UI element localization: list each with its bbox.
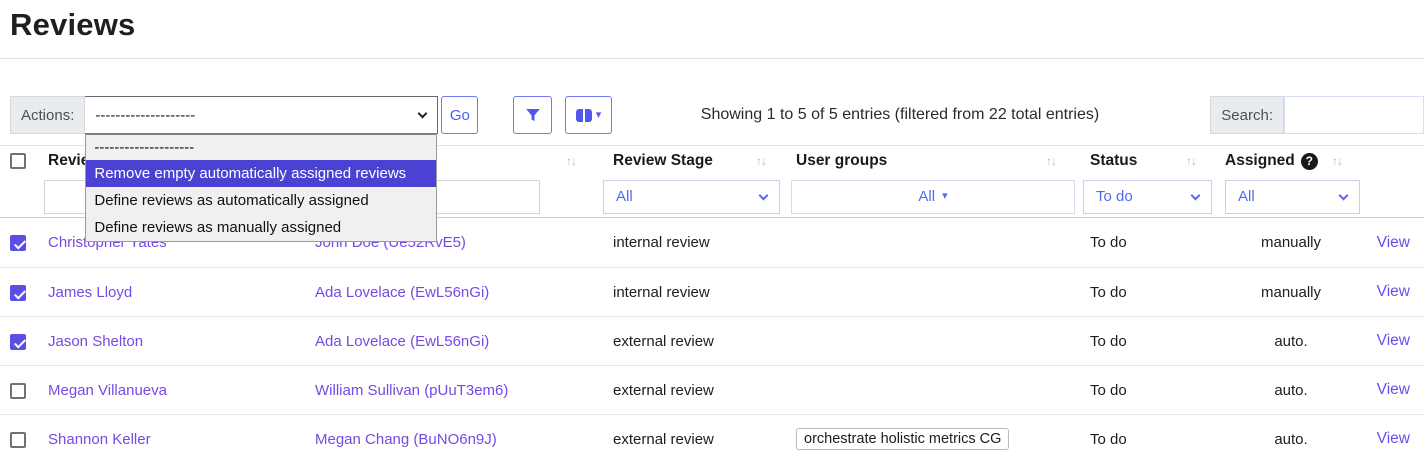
status-filter-select[interactable]: To do [1083, 180, 1212, 214]
user-groups-filter-value: All [918, 188, 935, 205]
chevron-down-icon [759, 191, 769, 201]
reviewed-user-link[interactable]: Ada Lovelace (EwL56nGi) [315, 333, 489, 350]
reviewed-user-link[interactable]: William Sullivan (pUuT3em6) [315, 382, 508, 399]
status-value: To do [1078, 234, 1218, 251]
assigned-value: manually [1218, 234, 1364, 251]
reviewer-link[interactable]: James Lloyd [48, 284, 132, 301]
search-input[interactable] [1284, 96, 1424, 134]
dropdown-option-remove-empty[interactable]: Remove empty automatically assigned revi… [86, 160, 436, 187]
row-checkbox[interactable] [10, 383, 26, 399]
sort-icon[interactable]: ↑↓ [756, 154, 766, 168]
sort-icon[interactable]: ↑↓ [1186, 154, 1196, 168]
chevron-down-icon [1339, 191, 1349, 201]
review-stage-filter-select[interactable]: All [603, 180, 780, 214]
search-group: Search: [1210, 96, 1424, 134]
header-user-groups[interactable]: User groups ↑↓ [788, 152, 1078, 170]
review-stage-value: external review [598, 382, 788, 399]
view-link[interactable]: View [1377, 283, 1410, 300]
status-value: To do [1078, 284, 1218, 301]
review-stage-value: external review [598, 431, 788, 448]
columns-icon [576, 109, 592, 122]
user-groups-filter-dropdown[interactable]: All ▾ [791, 180, 1075, 214]
reviewer-link[interactable]: Jason Shelton [48, 333, 143, 350]
help-icon[interactable]: ? [1301, 153, 1318, 170]
sort-icon[interactable]: ↑↓ [1332, 154, 1342, 168]
table-row: Megan Villanueva William Sullivan (pUuT3… [0, 365, 1424, 414]
assigned-filter-value: All [1238, 188, 1255, 205]
user-group-badge: orchestrate holistic metrics CG [796, 428, 1009, 450]
select-all-checkbox[interactable] [10, 153, 26, 169]
status-value: To do [1078, 333, 1218, 350]
actions-group: Actions: -------------------- ----------… [10, 96, 478, 134]
sort-icon[interactable]: ↑↓ [1046, 154, 1056, 168]
view-link[interactable]: View [1377, 234, 1410, 251]
header-assigned-label: Assigned [1225, 152, 1295, 170]
row-checkbox[interactable] [10, 334, 26, 350]
caret-down-icon: ▾ [942, 191, 948, 202]
chevron-down-icon [1191, 191, 1201, 201]
chevron-down-icon [418, 109, 428, 119]
table-row: Shannon Keller Megan Chang (BuNO6n9J) ex… [0, 414, 1424, 463]
actions-label: Actions: [10, 96, 85, 134]
review-stage-value: internal review [598, 284, 788, 301]
search-label: Search: [1210, 96, 1284, 134]
title-divider [0, 58, 1424, 59]
view-link[interactable]: View [1377, 381, 1410, 398]
review-stage-filter-value: All [616, 188, 633, 205]
assigned-value: auto. [1218, 382, 1364, 399]
header-review-stage[interactable]: Review Stage ↑↓ [598, 152, 788, 170]
actions-dropdown-menu: -------------------- Remove empty automa… [85, 133, 437, 242]
review-stage-value: internal review [598, 234, 788, 251]
header-user-groups-label: User groups [796, 152, 887, 170]
sort-icon[interactable]: ↑↓ [566, 154, 576, 168]
header-review-stage-label: Review Stage [613, 152, 713, 170]
reviewer-link[interactable]: Megan Villanueva [48, 382, 167, 399]
header-status-label: Status [1090, 152, 1137, 170]
view-link[interactable]: View [1377, 332, 1410, 349]
table-row: James Lloyd Ada Lovelace (EwL56nGi) inte… [0, 267, 1424, 316]
header-assigned[interactable]: Assigned ? ↑↓ [1218, 152, 1364, 170]
assigned-filter-select[interactable]: All [1225, 180, 1360, 214]
row-checkbox[interactable] [10, 432, 26, 448]
columns-visibility-button[interactable]: ▾ [565, 96, 612, 134]
page-title: Reviews [10, 7, 1424, 43]
assigned-value: auto. [1218, 333, 1364, 350]
dropdown-option-none[interactable]: -------------------- [86, 135, 436, 160]
toolbar: Actions: -------------------- ----------… [0, 96, 1424, 134]
filter-button[interactable] [513, 96, 552, 134]
status-value: To do [1078, 431, 1218, 448]
reviewed-user-link[interactable]: Ada Lovelace (EwL56nGi) [315, 284, 489, 301]
view-link[interactable]: View [1377, 430, 1410, 447]
actions-select-value: -------------------- [95, 107, 195, 124]
assigned-value: manually [1218, 284, 1364, 301]
row-checkbox[interactable] [10, 285, 26, 301]
dropdown-option-define-manual[interactable]: Define reviews as manually assigned [86, 214, 436, 241]
reviewer-link[interactable]: Shannon Keller [48, 431, 151, 448]
assigned-value: auto. [1218, 431, 1364, 448]
dropdown-option-define-auto[interactable]: Define reviews as automatically assigned [86, 187, 436, 214]
status-value: To do [1078, 382, 1218, 399]
table-row: Jason Shelton Ada Lovelace (EwL56nGi) ex… [0, 316, 1424, 365]
actions-select[interactable]: -------------------- -------------------… [85, 96, 438, 134]
header-status[interactable]: Status ↑↓ [1078, 152, 1218, 170]
reviewed-user-link[interactable]: Megan Chang (BuNO6n9J) [315, 431, 497, 448]
filter-icon [524, 106, 542, 124]
status-filter-value: To do [1096, 188, 1133, 205]
caret-down-icon: ▾ [596, 110, 602, 121]
go-button[interactable]: Go [441, 96, 478, 134]
row-checkbox[interactable] [10, 235, 26, 251]
showing-entries-text: Showing 1 to 5 of 5 entries (filtered fr… [620, 96, 1180, 134]
review-stage-value: external review [598, 333, 788, 350]
